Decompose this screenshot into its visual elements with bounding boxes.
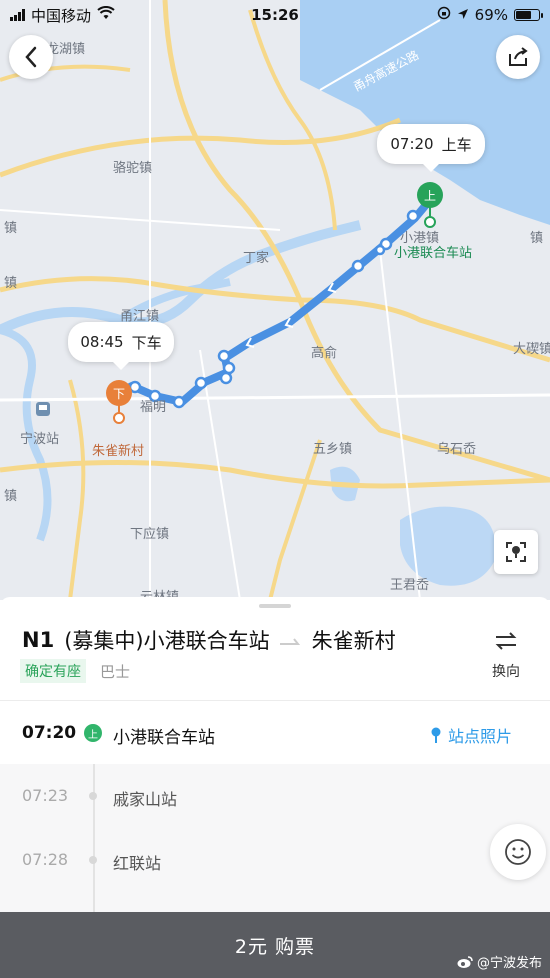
stop-row[interactable]: 07:28 红联站 xyxy=(0,845,550,875)
map-base xyxy=(0,0,550,600)
map-place: 下应镇 xyxy=(130,527,170,542)
seat-tag: 确定有座 xyxy=(20,659,86,683)
alight-time-bubble: 08:45 下车 xyxy=(68,322,174,370)
map-place: 乌石岙 xyxy=(437,442,477,457)
map-place: 五乡镇 xyxy=(313,442,353,457)
route-from: 小港联合车站 xyxy=(143,629,270,653)
battery-icon xyxy=(514,9,543,21)
watermark: @宁波发布 xyxy=(457,952,542,971)
feedback-button[interactable] xyxy=(490,824,546,880)
route-title: N1 (募集中)小港联合车站 朱雀新村 xyxy=(22,625,396,655)
map-place: 骆驼镇 xyxy=(113,161,153,176)
route-to: 朱雀新村 xyxy=(311,629,396,653)
smiley-icon xyxy=(505,839,531,865)
alight-label: 下车 xyxy=(131,333,162,352)
share-icon xyxy=(509,47,528,66)
weibo-icon xyxy=(457,955,473,968)
watermark-text: @宁波发布 xyxy=(476,956,542,971)
status-left: 中国移动 xyxy=(10,5,115,26)
station-photos-label: 站点照片 xyxy=(448,727,513,746)
map-place: 大碶镇 xyxy=(513,342,550,357)
stop-time: 07:23 xyxy=(22,786,69,805)
map-place: 镇 xyxy=(4,221,18,236)
route-status-from: (募集中)小港联合车站 xyxy=(64,625,269,655)
pin-icon xyxy=(431,727,441,743)
back-button[interactable] xyxy=(9,35,53,79)
route-arrow-icon xyxy=(279,630,302,651)
map-place: 镇 xyxy=(530,231,544,246)
sheet-handle[interactable] xyxy=(259,604,291,608)
station-photos-link[interactable]: 站点照片 xyxy=(430,723,512,747)
map-view[interactable]: 龙湖镇 骆驼镇 丁家 高俞 大碶镇 五乡镇 乌石岙 宁波站 下应镇 王君岙 小港… xyxy=(0,0,550,600)
board-label: 上车 xyxy=(441,135,472,154)
locate-button[interactable] xyxy=(494,530,538,574)
board-time: 07:20 xyxy=(390,135,434,153)
route-status: (募集中) xyxy=(64,629,144,653)
stop-name: 小港联合车站 xyxy=(113,728,215,748)
route-tags: 确定有座 巴士 xyxy=(20,659,130,683)
board-station-label: 小港联合车站 xyxy=(394,246,473,261)
swap-direction-button[interactable]: 换向 xyxy=(486,631,526,681)
status-bar: 中国移动 15:26 69% xyxy=(0,0,550,30)
location-arrow-icon xyxy=(457,6,469,24)
signal-icon xyxy=(10,9,25,21)
chevron-left-icon xyxy=(25,46,37,68)
stop-name: 红联站 xyxy=(113,854,162,873)
board-badge: 上 xyxy=(84,724,102,742)
alight-pin[interactable]: 下 xyxy=(106,380,132,406)
stop-dot xyxy=(89,792,97,800)
orientation-lock-icon xyxy=(437,6,451,24)
map-place: 高俞 xyxy=(311,346,338,361)
stop-list: 07:23 戚家山站 07:28 红联站 xyxy=(0,764,550,912)
stop-time: 07:28 xyxy=(22,850,69,869)
stop-row-board[interactable]: 07:20 上 小港联合车站 站点照片 xyxy=(0,701,550,764)
map-place: 王君岙 xyxy=(390,578,430,593)
swap-label: 换向 xyxy=(492,664,520,680)
board-pin[interactable]: 上 xyxy=(417,182,443,208)
map-place: 镇 xyxy=(4,276,18,291)
status-right: 69% xyxy=(437,6,543,24)
map-place: 福明 xyxy=(140,400,167,415)
vehicle-type: 巴士 xyxy=(100,662,131,681)
map-place: 丁家 xyxy=(243,251,270,266)
clock: 15:26 xyxy=(251,6,299,24)
stop-dot xyxy=(89,856,97,864)
alight-station-label: 朱雀新村 xyxy=(92,444,145,459)
stop-row[interactable]: 07:23 戚家山站 xyxy=(0,781,550,811)
battery-percent: 69% xyxy=(474,6,508,24)
carrier-name: 中国移动 xyxy=(31,6,92,25)
alight-time: 08:45 xyxy=(80,333,124,351)
board-time-bubble: 07:20 上车 xyxy=(377,124,485,172)
map-place: 镇 xyxy=(4,489,18,504)
swap-icon xyxy=(486,631,526,655)
route-code: N1 xyxy=(22,628,55,652)
stop-name: 戚家山站 xyxy=(113,790,178,809)
share-button[interactable] xyxy=(496,35,540,79)
locate-icon xyxy=(506,542,526,562)
wifi-icon xyxy=(97,6,115,24)
map-place: 宁波站 xyxy=(20,432,60,447)
stop-time: 07:20 xyxy=(22,723,77,743)
